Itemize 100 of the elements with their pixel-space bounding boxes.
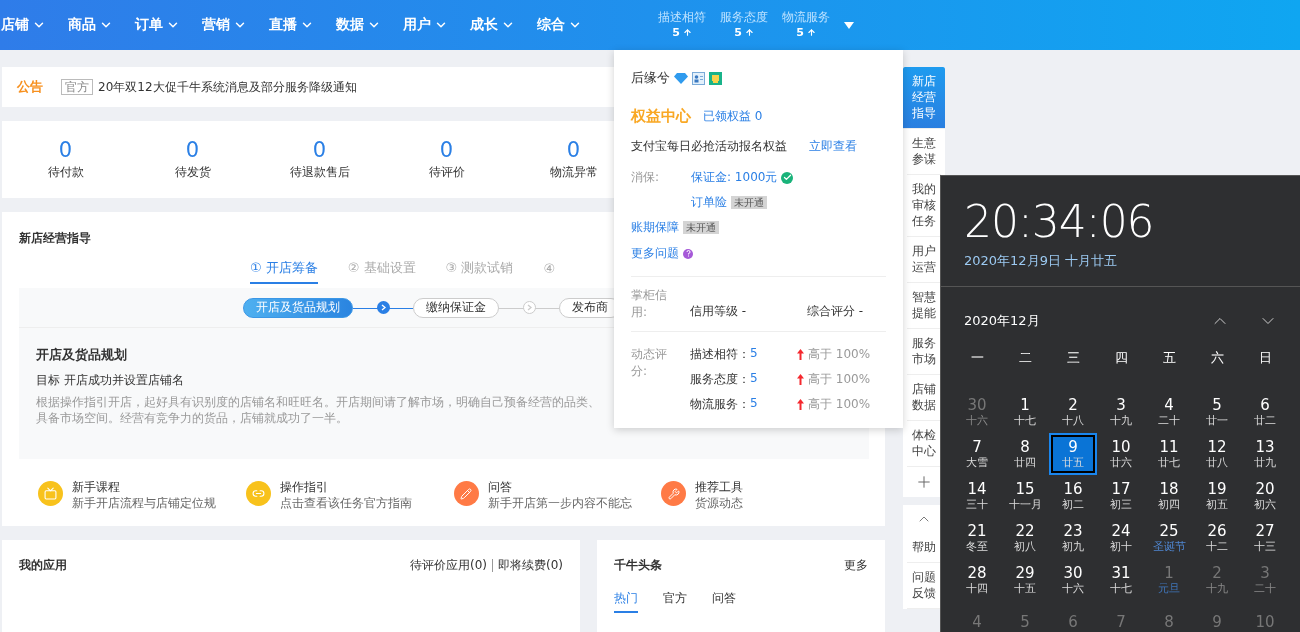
calendar-day[interactable]: 2 十九 [1193,559,1241,601]
announcement-link[interactable]: 20年双12大促千牛系统消息及部分服务降级通知 [98,78,357,96]
weekday-label: 六 [1209,349,1225,367]
resource-title[interactable]: 问答 [487,479,632,495]
news-tab[interactable]: 问答 [712,590,736,613]
card-title: 千牛头条 [614,557,662,574]
calendar-day[interactable]: 8 廿四 [1001,433,1049,475]
up-arrow-icon [797,349,804,360]
nav-menu-item[interactable]: 订单 [135,16,180,34]
stat-value[interactable]: 0 [566,138,581,162]
more-questions-link[interactable]: 更多问题 [631,245,679,262]
overall-score: 综合评分 - [806,302,863,320]
calendar-day[interactable]: 13 廿九 [1241,433,1289,475]
promo-text: 支付宝每日必抢活动报名权益 [631,138,787,155]
more-link[interactable]: 更多 [844,557,868,574]
calendar-day[interactable]: 3 十九 [1097,391,1145,433]
weekday-label: 日 [1257,349,1273,367]
score-value: 5 [750,396,758,412]
month-title[interactable]: 2020年12月 [964,312,1040,330]
apps-link[interactable]: 即将续费(0) [498,557,563,574]
account-guarantee-link[interactable]: 账期保障 [631,219,679,236]
calendar-day[interactable]: 4 二十 [1145,391,1193,433]
calendar-day[interactable]: 29 十五 [1001,559,1049,601]
stat-label: 待发货 [174,164,211,181]
calendar-day[interactable]: 28 十四 [953,559,1001,601]
calendar-day[interactable]: 5 廿一 [1193,391,1241,433]
add-icon[interactable] [915,473,933,491]
nav-menu-item[interactable]: 数据 [336,16,381,34]
resource-subtitle: 新手开店流程与店铺定位规 [72,495,216,511]
nav-menu-item[interactable]: 店铺 [1,16,46,34]
calendar-day[interactable]: 14 三十 [953,475,1001,517]
news-tab[interactable]: 热门 [614,590,638,613]
rating-label: 描述相符 [658,10,706,25]
stat-value[interactable]: 0 [312,138,327,162]
calendar-day[interactable]: 20 初六 [1241,475,1289,517]
protection-link[interactable]: 保证金: 1000元 [691,169,778,186]
nav-menu-item[interactable]: 直播 [269,16,314,34]
up-arrow-icon [682,28,692,37]
calendar-day[interactable]: 1 十七 [1001,391,1049,433]
calendar-day[interactable]: 9 廿五 [1049,433,1097,475]
calendar-day[interactable]: 17 初三 [1097,475,1145,517]
calendar-day[interactable]: 15 十一月 [1001,475,1049,517]
calendar-day[interactable]: 23 初九 [1049,517,1097,559]
rights-center-title: 权益中心 [631,107,691,126]
calendar-day[interactable]: 24 初十 [1097,517,1145,559]
shop-name: 后缘兮 [631,70,670,87]
official-tag: 官方 [61,79,93,95]
calendar-day[interactable]: 30 十六 [953,391,1001,433]
resource-subtitle: 货源动态 [695,495,744,511]
rating-value: 5 [734,25,742,40]
calendar-day[interactable]: 18 初四 [1145,475,1193,517]
nav-menu-item[interactable]: 商品 [68,16,113,34]
calendar-day[interactable]: 31 十七 [1097,559,1145,601]
nav-menu-item[interactable]: 成长 [470,16,515,34]
score-name: 物流服务： [690,396,750,413]
score-value: 5 [750,346,758,362]
calendar-day[interactable]: 2 十八 [1049,391,1097,433]
calendar-day[interactable]: 3 二十 [1241,559,1289,601]
resource-title[interactable]: 新手课程 [72,479,216,495]
up-arrow-icon [797,374,804,385]
score-comparison: 高于 100% [808,346,871,363]
stat-value[interactable]: 0 [185,138,200,162]
view-now-link[interactable]: 立即查看 [809,138,857,155]
calendar-day[interactable]: 16 初二 [1049,475,1097,517]
calendar-day[interactable]: 7 大雪 [953,433,1001,475]
calendar-day[interactable]: 21 冬至 [953,517,1001,559]
rights-claimed-link[interactable]: 已领权益 0 [703,108,763,125]
protection-link[interactable]: 订单险 [691,194,727,211]
score-comparison: 高于 100% [808,371,871,388]
task-step-button[interactable]: 缴纳保证金 [413,297,499,318]
resource-subtitle: 点击查看该任务官方指南 [279,495,412,511]
nav-menu-item[interactable]: 营销 [202,16,247,34]
calendar-day[interactable]: 12 廿八 [1193,433,1241,475]
calendar-day[interactable]: 11 廿七 [1145,433,1193,475]
resource-title[interactable]: 推荐工具 [695,479,744,495]
stat-value[interactable]: 0 [439,138,454,162]
date-link[interactable]: 2020年12月9日 十月廿五 [964,252,1277,270]
dropdown-caret-icon[interactable] [844,21,854,29]
weekday-label: 一 [969,349,985,367]
id-card-icon [692,72,705,85]
calendar-day[interactable]: 10 廿六 [1097,433,1145,475]
step-tab[interactable]: ① 开店筹备 [250,255,318,284]
news-tab[interactable]: 官方 [663,590,687,613]
calendar-day[interactable]: 27 十三 [1241,517,1289,559]
calendar-day[interactable]: 25 圣诞节 [1145,517,1193,559]
resource-title[interactable]: 操作指引 [279,479,412,495]
apps-link[interactable]: 待评价应用(0) [410,557,487,574]
calendar-day[interactable]: 30 十六 [1049,559,1097,601]
goal-text: 开店成功并设置店铺名 [64,372,184,389]
calendar-day[interactable]: 19 初五 [1193,475,1241,517]
stat-label: 待付款 [47,164,84,181]
rating-label: 服务态度 [720,10,768,25]
announcement-title: 公告 [17,78,43,96]
calendar-day[interactable]: 6 廿二 [1241,391,1289,433]
stat-value[interactable]: 0 [58,138,73,162]
calendar-day[interactable]: 22 初八 [1001,517,1049,559]
sidebar-item[interactable]: 新店经营指导 [903,67,945,129]
calendar-day[interactable]: 26 十二 [1193,517,1241,559]
nav-menu-item[interactable]: 用户 [403,16,448,34]
weekday-label: 二 [1017,349,1033,367]
